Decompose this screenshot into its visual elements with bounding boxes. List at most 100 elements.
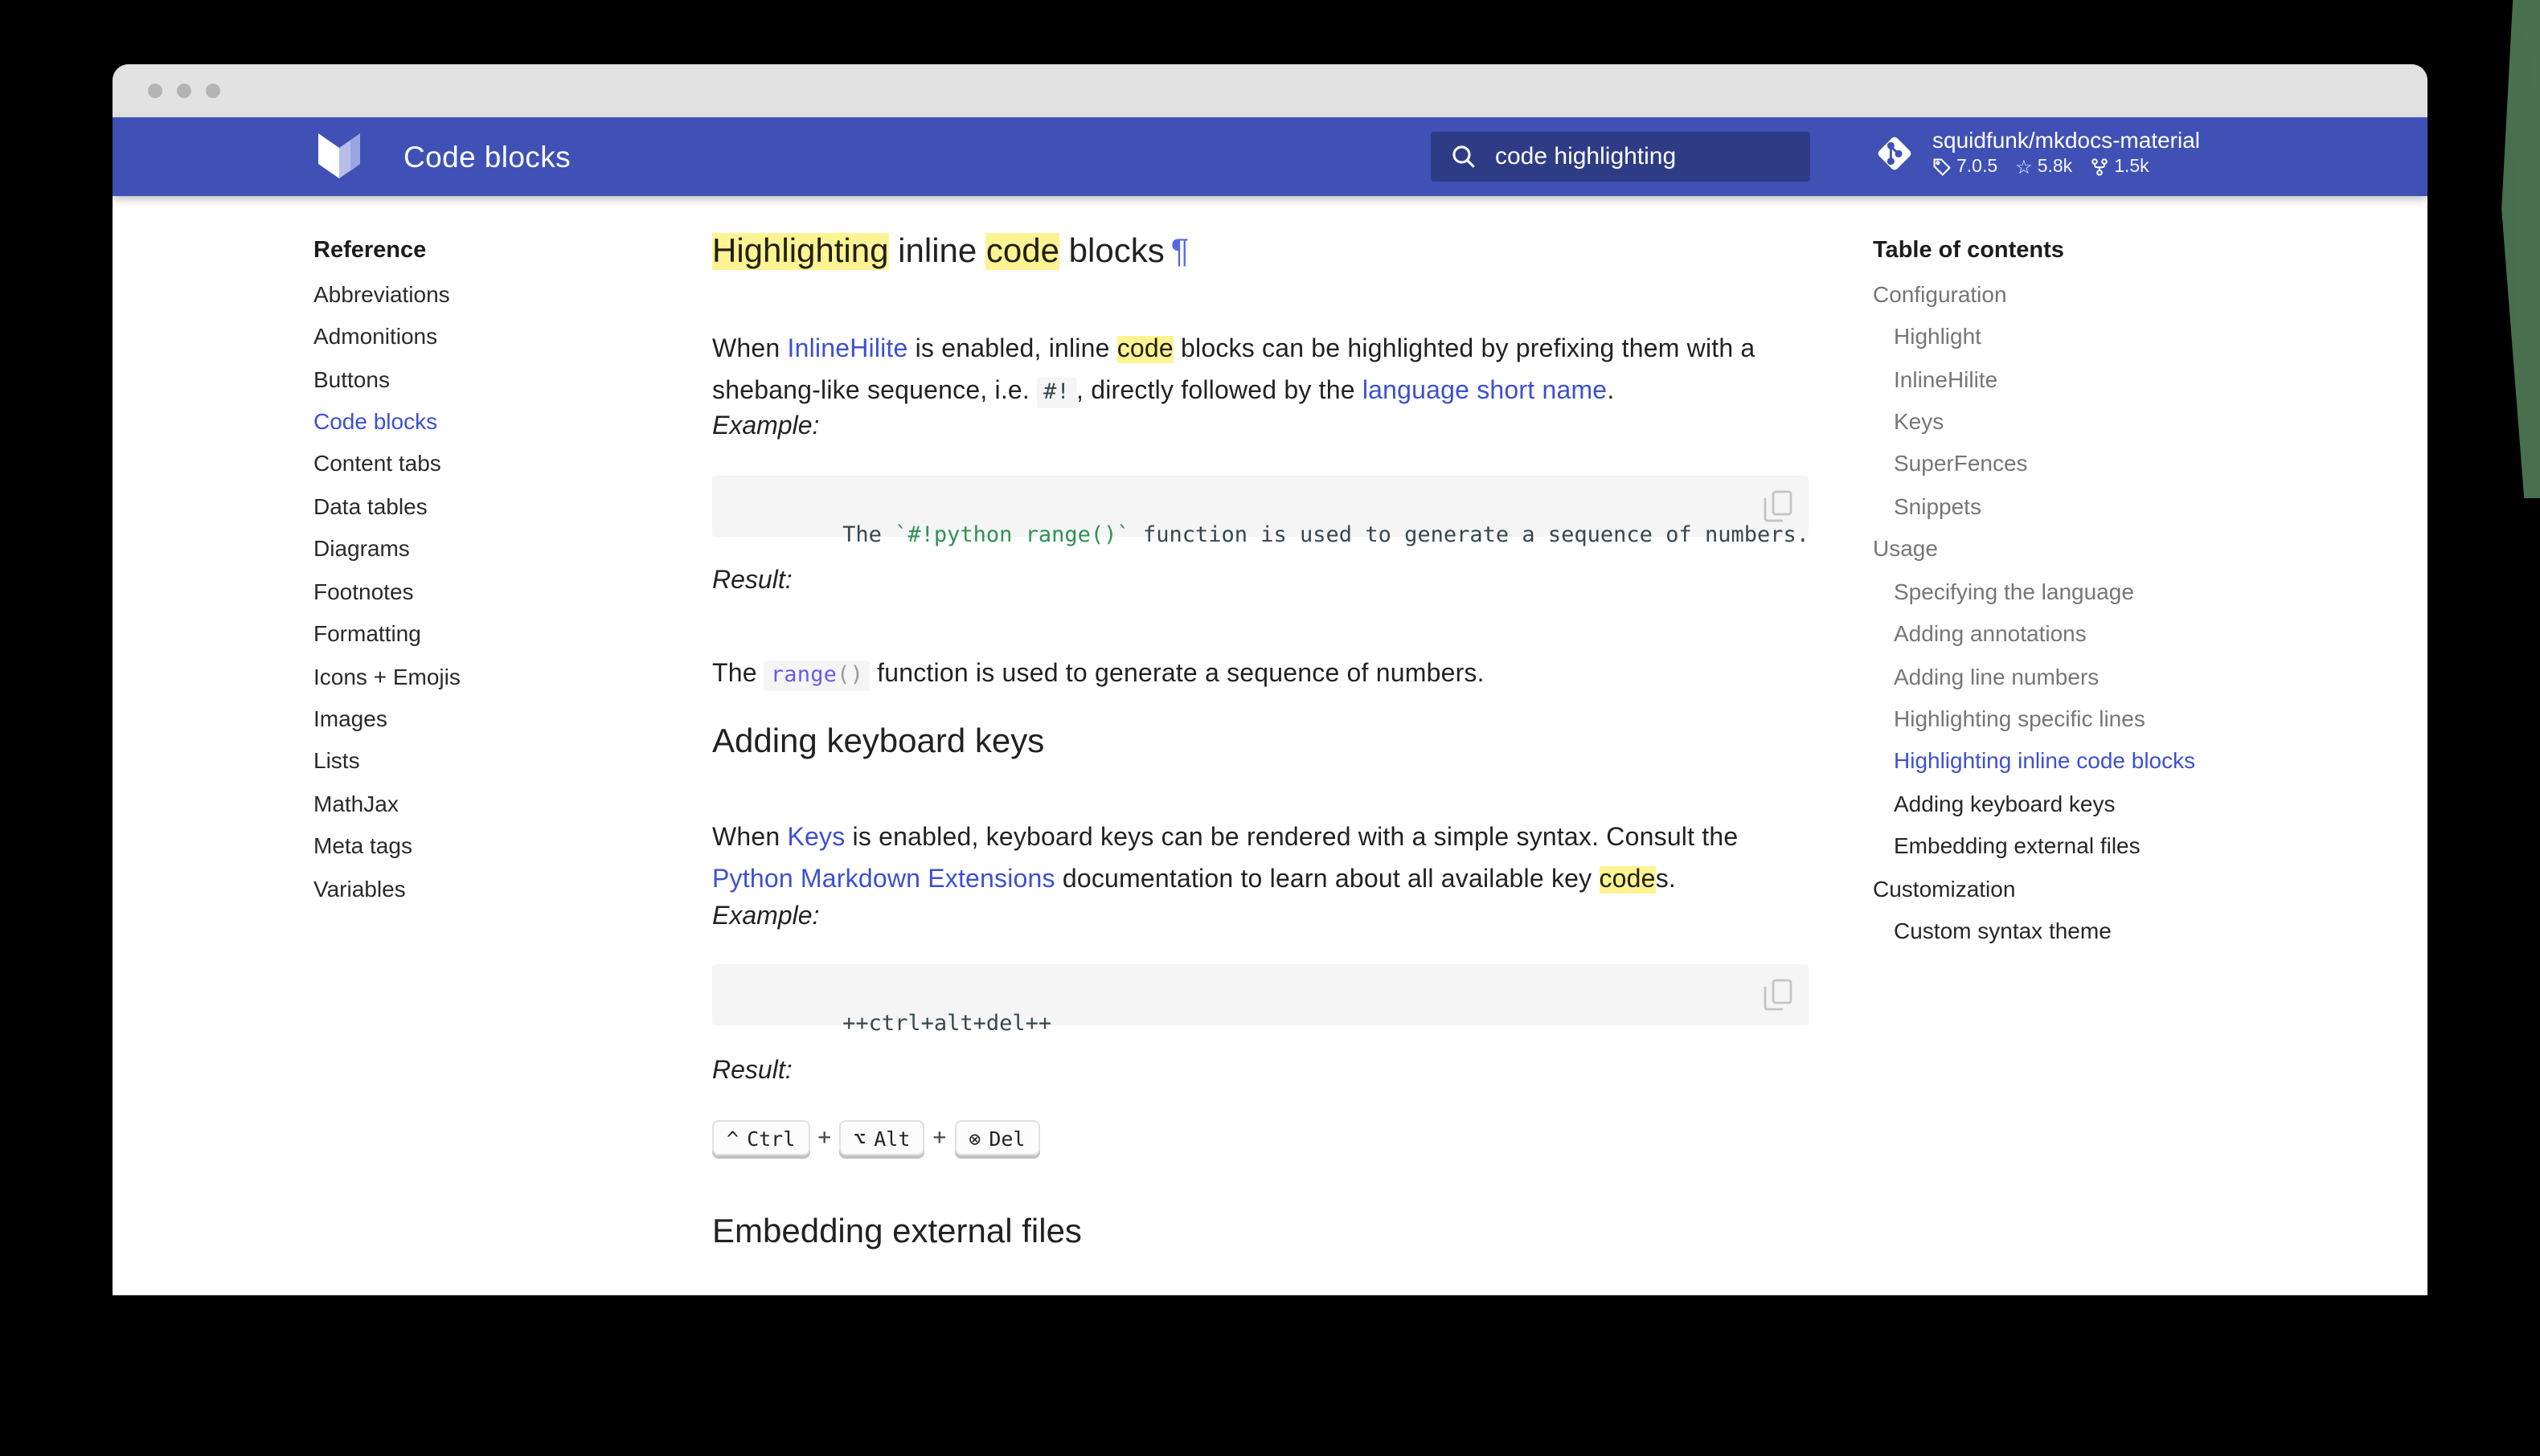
section-heading: Embedding external files [712,1212,1082,1254]
sidebar-item-admonitions[interactable]: Admonitions [313,315,659,358]
kbd-ctrl: ^Ctrl [712,1120,809,1155]
heading-permalink-icon[interactable]: ¶ [1165,233,1190,270]
search-highlight: code [986,233,1059,270]
paragraph: When InlineHilite is enabled, inline cod… [712,329,1773,413]
toc-item-configuration[interactable]: Configuration [1873,272,2403,315]
example-label: Example: [712,903,819,932]
text-link[interactable]: language short name [1362,377,1607,404]
toc-item-embedding-external-files[interactable]: Embedding external files [1873,824,2403,867]
key-separator: + [817,1125,831,1151]
desktop-wallpaper-sliver [2498,0,2540,498]
search-highlight: code [1599,865,1655,893]
browser-window: Code blocks [113,64,2427,1295]
text-span: ++ctrl+alt+del++ [842,1011,1051,1037]
star-icon: ☆ [2015,157,2033,177]
toc-item-inlinehilite[interactable]: InlineHilite [1873,358,2403,400]
text-span: The [842,522,895,548]
sidebar-item-abbreviations[interactable]: Abbreviations [313,272,659,315]
text-span: The [712,661,764,688]
toc-item-customization[interactable]: Customization [1873,867,2403,910]
toc-item-highlight[interactable]: Highlight [1873,315,2403,358]
window-control-dot[interactable] [177,84,191,98]
mkdocs-material-logo-icon[interactable] [313,133,365,178]
text-span: , directly followed by the [1076,377,1362,404]
text-span: When [712,824,788,852]
toc-title: Table of contents [1873,230,2403,272]
copy-icon[interactable] [1764,979,1792,1011]
repo-version: 7.0.5 [1956,156,1997,178]
text-span: function is used to generate a sequence … [1130,522,1809,548]
text-span: #! [1037,377,1076,407]
text-span: inline [889,233,986,270]
toc-item-highlighting-specific-lines[interactable]: Highlighting specific lines [1873,697,2403,740]
text-span: function is used to generate a sequence … [870,661,1485,688]
text-link[interactable]: Python Markdown Extensions [712,865,1055,893]
search-highlight: code [1117,336,1174,363]
sidebar-item-images[interactable]: Images [313,697,659,740]
screen: Code blocks [0,0,2540,1456]
text-link[interactable]: InlineHilite [788,336,908,363]
sidebar-item-data-tables[interactable]: Data tables [313,485,659,527]
sidebar-item-lists[interactable]: Lists [313,740,659,783]
keyboard-keys: ^Ctrl + ⌥Alt + ⊗Del [712,1120,1039,1155]
key-separator: + [932,1125,946,1151]
result-label: Result: [712,1057,793,1086]
sidebar-nav: ReferenceAbbreviationsAdmonitionsButtons… [313,230,659,910]
kbd-del: ⊗Del [954,1120,1039,1155]
tag-icon [1932,157,1952,177]
repo-forks: 1.5k [2114,156,2149,178]
code-block: The `#!python range()` function is used … [712,476,1809,537]
repo-link[interactable]: squidfunk/mkdocs-material 7.0.5 ☆ 5.8k [1873,127,2200,178]
sidebar-item-formatting[interactable]: Formatting [313,612,659,655]
text-span: blocks [1059,233,1165,270]
toc-item-custom-syntax-theme[interactable]: Custom syntax theme [1873,910,2403,952]
text-span: . [1607,377,1614,404]
text-link[interactable]: Keys [788,824,846,852]
toc-item-keys[interactable]: Keys [1873,400,2403,443]
sidebar-item-footnotes[interactable]: Footnotes [313,570,659,612]
sidebar-item-meta-tags[interactable]: Meta tags [313,824,659,867]
toc-item-snippets[interactable]: Snippets [1873,485,2403,527]
text-span: `#!python range()` [895,522,1130,548]
toc-nav: Table of contents ConfigurationHighlight… [1873,230,2403,952]
window-control-dot[interactable] [148,84,162,98]
code-block: ++ctrl+alt+del++ [712,964,1809,1025]
kbd-symbol-alt: ⌥ [854,1127,866,1151]
repo-stars: 5.8k [2038,156,2073,178]
sidebar-item-mathjax[interactable]: MathJax [313,782,659,824]
kbd-alt: ⌥Alt [839,1120,924,1155]
toc-item-adding-line-numbers[interactable]: Adding line numbers [1873,655,2403,697]
kbd-symbol-del: ⊗ [969,1127,981,1151]
toc-item-superfences[interactable]: SuperFences [1873,442,2403,485]
window-control-dot[interactable] [206,84,220,98]
git-icon [1873,131,1916,174]
toc-item-adding-annotations[interactable]: Adding annotations [1873,612,2403,655]
sidebar-item-content-tabs[interactable]: Content tabs [313,442,659,485]
toc-item-highlighting-inline-code-blocks[interactable]: Highlighting inline code blocks [1873,740,2403,783]
paragraph: The range() function is used to generate… [712,654,1773,697]
sidebar-section-title: Reference [313,230,659,272]
text-span: When [712,336,788,363]
copy-icon[interactable] [1764,490,1792,522]
repo-name: squidfunk/mkdocs-material [1932,127,2200,154]
content-area: Highlighting inline code blocks¶ When In… [712,64,1809,1295]
sidebar-item-variables[interactable]: Variables [313,867,659,910]
toc-item-usage[interactable]: Usage [1873,527,2403,570]
sidebar-item-icons-emojis[interactable]: Icons + Emojis [313,655,659,697]
paragraph: When Keys is enabled, keyboard keys can … [712,818,1805,900]
text-span: documentation to learn about all availab… [1055,865,1600,893]
kbd-symbol-ctrl: ^ [727,1127,739,1151]
section-heading: Adding keyboard keys [712,722,1044,763]
sidebar-item-diagrams[interactable]: Diagrams [313,527,659,570]
text-span: is enabled, inline [908,336,1117,363]
toc-item-adding-keyboard-keys[interactable]: Adding keyboard keys [1873,782,2403,824]
sidebar-item-code-blocks[interactable]: Code blocks [313,400,659,443]
sidebar-item-buttons[interactable]: Buttons [313,358,659,400]
inline-code: range() [764,661,870,691]
toc-item-specifying-the-language[interactable]: Specifying the language [1873,570,2403,612]
text-span: s. [1656,865,1676,893]
repo-meta: 7.0.5 ☆ 5.8k [1932,156,2200,178]
search-highlight: Highlighting [712,233,889,270]
text-span: is enabled, keyboard keys can be rendere… [845,824,1738,852]
fork-icon [2090,157,2109,177]
